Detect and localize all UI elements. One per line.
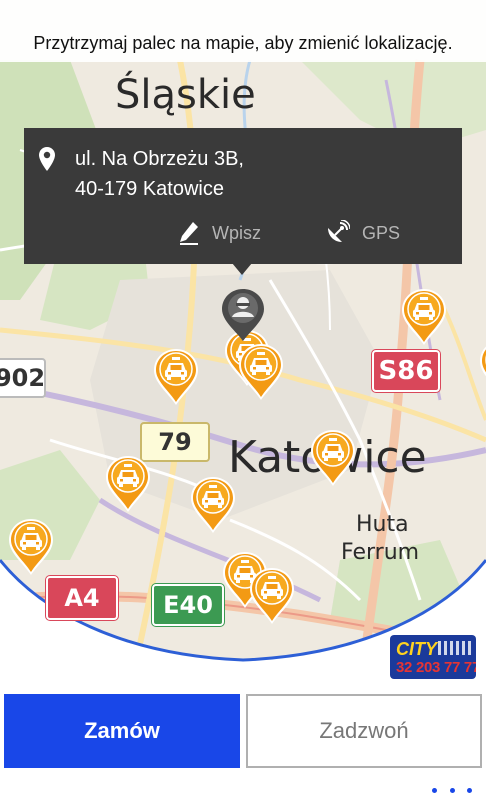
city-taxi-logo: CITY 32 203 77 77 (390, 635, 476, 679)
gps-button[interactable]: GPS (324, 220, 400, 246)
taxi-app-screen: Śląskie Katowice Huta Ferrum 902 S86 79 … (0, 0, 486, 810)
taxi-icon[interactable] (400, 287, 448, 347)
address-line-street: ul. Na Obrzeżu 3B, (75, 148, 244, 170)
map-label-district-line1: Huta (356, 512, 409, 537)
map-label-region: Śląskie (115, 72, 256, 118)
enter-address-label: Wpisz (212, 222, 261, 243)
map-label-district-line2: Ferrum (341, 540, 420, 565)
gps-label: GPS (362, 222, 401, 243)
pencil-icon (180, 222, 198, 245)
map-pin-icon (39, 147, 55, 171)
order-button[interactable]: Zamów (4, 694, 240, 768)
hint-text: Przytrzymaj palec na mapie, aby zmienić … (0, 0, 486, 62)
address-popup: ul. Na Obrzeżu 3B, 40-179 Katowice Wpisz… (24, 128, 462, 264)
more-dot (432, 787, 437, 793)
taxi-icon[interactable] (7, 517, 55, 577)
taxi-icon[interactable] (104, 454, 152, 514)
logo-brand: CITY (396, 639, 438, 659)
road-shield-s86: S86 (372, 350, 440, 392)
satellite-dish-icon (328, 220, 350, 242)
road-shield-a4: A4 (46, 576, 118, 620)
logo-stripes (438, 641, 472, 655)
call-button[interactable]: Zadzwoń (246, 694, 482, 768)
road-shield-e40: E40 (152, 584, 224, 626)
address-line-city: 40-179 Katowice (75, 178, 224, 200)
more-dot (449, 787, 455, 793)
popup-pointer (232, 263, 252, 275)
taxi-icon[interactable] (309, 428, 357, 488)
taxi-icon[interactable] (237, 342, 285, 402)
more-options-button[interactable] (432, 780, 472, 800)
taxi-icon[interactable] (152, 347, 200, 407)
taxi-icon[interactable] (189, 475, 237, 535)
more-dot (467, 787, 472, 793)
taxi-icon[interactable] (248, 566, 296, 626)
enter-address-button[interactable]: Wpisz (178, 220, 261, 246)
map-view[interactable]: Śląskie Katowice Huta Ferrum 902 S86 79 … (0, 0, 486, 690)
logo-phone: 32 203 77 77 (396, 659, 476, 676)
taxi-icon[interactable] (478, 338, 486, 398)
road-shield-902: 902 (0, 358, 46, 398)
user-location-icon[interactable] (220, 287, 266, 343)
